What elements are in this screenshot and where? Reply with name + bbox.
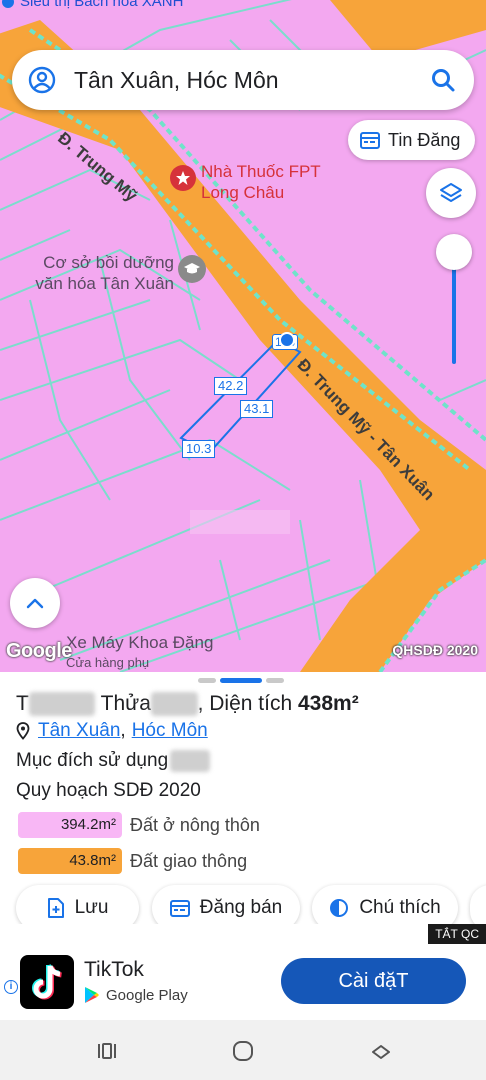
legend-row-residential: 394.2m² Đất ở nông thôn xyxy=(18,812,260,838)
system-nav-bar xyxy=(0,1020,486,1080)
ad-store-text: Google Play xyxy=(106,986,188,1004)
land-use-purpose: Mục đích sử dụngONT xyxy=(16,750,211,772)
google-play-icon xyxy=(85,987,99,1003)
ad-store-label: Google Play xyxy=(84,986,188,1004)
pharmacy-poi-label[interactable]: Nhà Thuốc FPT Long Châu xyxy=(201,161,351,203)
close-ad-button[interactable]: TẮT QC xyxy=(428,924,486,944)
layer-badge: QHSDĐ 2020 xyxy=(392,642,478,658)
ad-app-name: TikTok xyxy=(84,958,144,981)
tin-dang-button[interactable]: Tin Đăng xyxy=(348,120,475,160)
expand-sheet-button[interactable] xyxy=(10,578,60,628)
tiktok-note-icon xyxy=(32,964,62,1000)
legend-row-traffic: 43.8m² Đất giao thông xyxy=(18,848,247,874)
contrast-icon xyxy=(330,899,349,917)
search-query-text[interactable]: Tân Xuân, Hóc Môn xyxy=(74,67,430,94)
layers-icon xyxy=(440,183,462,202)
layers-button[interactable] xyxy=(426,168,476,218)
moto-poi-label[interactable]: Xe Máy Khoa Đặng xyxy=(66,632,213,653)
parcel-area-value: 438m² xyxy=(297,692,359,715)
search-bar[interactable]: Tân Xuân, Hóc Môn xyxy=(12,50,474,110)
measurement-42-2: 42.2 xyxy=(214,377,248,395)
redacted-purpose-code: ONT xyxy=(170,750,211,772)
parcel-address: Tân Xuân, Hóc Môn xyxy=(16,720,208,742)
title-thua: Thửa xyxy=(100,692,151,715)
title-prefix: T xyxy=(16,692,29,715)
measurement-10-3: 10.3 xyxy=(182,440,216,458)
school-poi-label[interactable]: Cơ sở bồi dưỡng văn hóa Tân Xuân xyxy=(34,252,174,294)
top-poi-label[interactable]: Siêu thị Bách hóa XANH xyxy=(0,0,183,10)
chevron-up-icon xyxy=(26,598,44,609)
add-document-icon xyxy=(47,898,64,918)
current-location-dot xyxy=(279,332,295,348)
address-link-ward[interactable]: Tân Xuân xyxy=(38,720,120,742)
back-icon[interactable] xyxy=(370,1044,392,1060)
title-area-label: , Diện tích xyxy=(197,692,298,715)
search-icon[interactable] xyxy=(430,67,456,93)
pharmacy-poi-icon[interactable] xyxy=(170,165,196,191)
calendar-icon xyxy=(169,900,190,917)
opacity-slider-knob[interactable] xyxy=(436,234,472,270)
school-poi-line1: Cơ sở bồi dưỡng xyxy=(43,253,174,272)
legend-swatch-traffic: 43.8m² xyxy=(18,848,122,874)
moto-poi-sublabel: Cửa hàng phụ xyxy=(66,655,150,670)
sheet-handle[interactable] xyxy=(198,678,284,683)
legend-button-label: Chú thích xyxy=(359,897,441,918)
recent-apps-icon[interactable] xyxy=(96,1042,118,1060)
redacted-parcel-number: 0000 xyxy=(150,692,198,716)
legend-label-residential: Đất ở nông thôn xyxy=(130,814,260,835)
legend-label-traffic: Đất giao thông xyxy=(130,850,248,871)
map-view[interactable]: Siêu thị Bách hóa XANH Đ. Trung Mỹ Đ. Tr… xyxy=(0,0,486,672)
address-link-district[interactable]: Hóc Môn xyxy=(132,720,208,742)
plan-heading: Quy hoạch SDĐ 2020 xyxy=(16,780,201,801)
parcel-info-sheet: Tờ 0000 Thửa0000, Diện tích 438m² Tân Xu… xyxy=(0,672,486,931)
legend-swatch-residential: 394.2m² xyxy=(18,812,122,838)
tin-dang-label: Tin Đăng xyxy=(388,129,461,150)
home-icon[interactable] xyxy=(232,1040,254,1062)
google-attribution-logo: Google xyxy=(6,640,72,662)
ad-banner[interactable]: TẮT QC i TikTok Google Play Cài đặT xyxy=(0,924,486,1020)
poi-marker-icon xyxy=(2,0,14,8)
school-poi-icon[interactable] xyxy=(178,255,206,283)
purpose-label: Mục đích sử dụng xyxy=(16,750,169,771)
save-label: Lưu xyxy=(74,897,109,918)
tiktok-app-icon[interactable] xyxy=(20,955,74,1009)
top-poi-text: Siêu thị Bách hóa XANH xyxy=(20,0,184,10)
post-for-sale-label: Đăng bán xyxy=(199,897,283,918)
ad-info-icon[interactable]: i xyxy=(4,980,18,994)
account-icon[interactable] xyxy=(28,66,56,94)
redacted-sheet-number: ờ 0000 xyxy=(28,692,96,716)
install-button[interactable]: Cài đặT xyxy=(281,958,466,1004)
measurement-43-1: 43.1 xyxy=(240,400,274,418)
calendar-icon xyxy=(360,132,380,149)
school-poi-line2: văn hóa Tân Xuân xyxy=(35,274,174,293)
parcel-title: Tờ 0000 Thửa0000, Diện tích 438m² xyxy=(16,692,359,716)
location-pin-icon xyxy=(16,722,30,740)
